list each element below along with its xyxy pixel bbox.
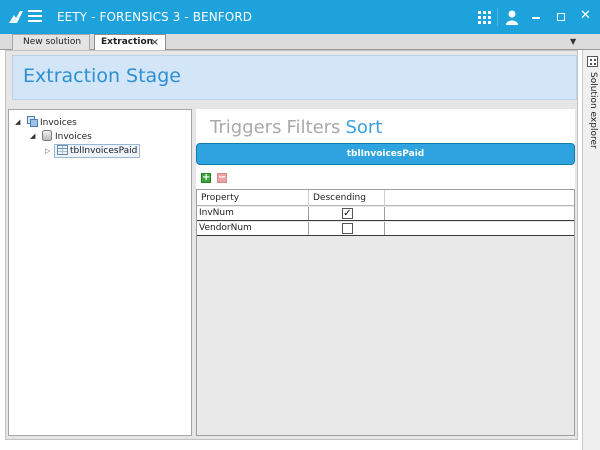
grid-header: Property Descending: [197, 190, 574, 206]
table-row[interactable]: VendorNum: [197, 222, 574, 236]
nav-triggers[interactable]: Triggers: [210, 117, 281, 138]
descending-checkbox[interactable]: ✓: [342, 208, 353, 219]
sort-toolbar: + −: [196, 171, 575, 185]
tab-new-solution[interactable]: New solution: [12, 34, 90, 50]
source-tree: ◢ Invoices ◢ Invoices ▷ tblInvoicesPaid: [8, 109, 192, 436]
stage-nav: Triggers Filters Sort: [210, 117, 387, 138]
tab-overflow-dropdown-icon[interactable]: ▼: [570, 37, 576, 46]
logo-icon: [9, 11, 23, 23]
collapse-arrow-icon[interactable]: ◢: [15, 116, 20, 128]
tab-close-icon[interactable]: ×: [151, 35, 159, 50]
property-cell[interactable]: VendorNum: [197, 222, 309, 235]
solution-explorer-panel[interactable]: Solution explorer: [582, 50, 600, 450]
window-title: EETY - FORENSICS 3 - BENFORD: [57, 10, 253, 24]
datasource-icon: [42, 130, 52, 141]
nav-filters[interactable]: Filters: [286, 117, 340, 138]
page-title: Extraction Stage: [23, 65, 181, 87]
descending-checkbox[interactable]: [342, 223, 353, 234]
tab-extraction[interactable]: Extraction ×: [94, 34, 166, 51]
property-cell[interactable]: InvNum: [197, 207, 309, 220]
extraction-document: Extraction Stage ◢ Invoices ◢ Invoices ▷…: [5, 50, 578, 440]
solution-explorer-icon[interactable]: [587, 56, 598, 67]
solution-explorer-label: Solution explorer: [588, 72, 598, 149]
expand-arrow-icon[interactable]: ▷: [45, 145, 50, 157]
add-sort-button[interactable]: +: [201, 173, 211, 183]
collapse-arrow-icon[interactable]: ◢: [30, 130, 35, 142]
column-header-descending[interactable]: Descending: [309, 190, 385, 206]
sort-pane: Triggers Filters Sort tblInvoicesPaid + − …: [196, 109, 575, 436]
maximize-icon[interactable]: [557, 13, 565, 21]
stage-header: Extraction Stage: [12, 55, 577, 100]
nav-sort[interactable]: Sort: [345, 117, 382, 138]
tree-node-label: Invoices: [40, 118, 77, 128]
table-name-banner[interactable]: tblInvoicesPaid: [196, 143, 575, 165]
title-bar: EETY - FORENSICS 3 - BENFORD ✕: [0, 0, 600, 34]
tab-label: New solution: [23, 37, 82, 47]
close-icon[interactable]: ✕: [580, 9, 591, 23]
menu-icon[interactable]: [28, 10, 42, 24]
solution-explorer-tab[interactable]: Solution explorer: [587, 72, 599, 172]
database-icon: [26, 116, 38, 127]
sort-grid: Property Descending InvNum ✓ VendorNum: [196, 189, 575, 436]
minimize-icon[interactable]: [532, 17, 540, 19]
title-separator: [497, 8, 498, 26]
document-tabstrip: New solution Extraction × ▼: [0, 34, 600, 51]
tab-label: Extraction: [101, 37, 154, 47]
table-icon: [57, 145, 68, 155]
tree-node-label: tblInvoicesPaid: [70, 146, 138, 156]
table-row[interactable]: InvNum ✓: [197, 207, 574, 221]
tree-node-label: Invoices: [55, 132, 92, 142]
column-header-property[interactable]: Property: [197, 190, 309, 206]
apps-grid-icon[interactable]: [478, 11, 491, 24]
user-icon[interactable]: [505, 9, 519, 25]
remove-sort-button[interactable]: −: [217, 173, 227, 183]
